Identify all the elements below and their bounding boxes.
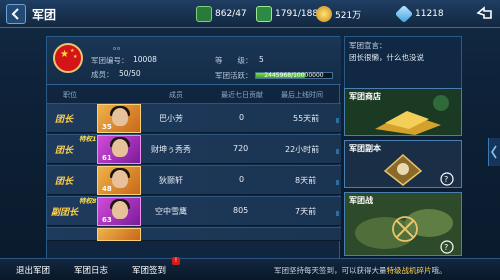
checkin-notice: 军团坚持每天签到，可以获得大量特级战机碎片哦。 — [274, 265, 447, 276]
return-arrow-icon — [476, 6, 492, 19]
member-avatar: 61 — [97, 135, 141, 164]
resource-gold-value: 521万 — [335, 10, 362, 21]
member-avatar: 48 — [97, 166, 141, 195]
guild-id-value: 10008 — [133, 55, 157, 64]
guild-panel: ★ ★ ★ 。。 军团编号： 10008 成员： 50/50 等 级： 5 军团… — [46, 36, 341, 268]
resource-tank: 1791/188 — [256, 5, 318, 23]
notice-highlight: 特级战机碎片 — [386, 266, 432, 275]
guild-activity-label: 军团活跃： — [215, 71, 253, 80]
guild-level-value: 5 — [259, 55, 264, 64]
member-name: 空中雪鹰 — [155, 207, 187, 216]
member-avatar: 35 — [97, 104, 141, 133]
member-level: 61 — [102, 154, 112, 162]
notice-tail: 哦。 — [431, 266, 447, 275]
avatar-face — [112, 201, 128, 219]
column-member: 成员 — [169, 91, 183, 99]
diamond-icon — [394, 4, 414, 24]
guild-dungeon-card[interactable]: 军团副本 ? — [344, 140, 462, 188]
member-level: 63 — [102, 216, 112, 224]
row-scroll-knob — [336, 180, 339, 185]
quit-guild-button[interactable]: 退出军团 — [16, 264, 50, 276]
guild-members-label: 成员： — [91, 70, 114, 79]
guild-log-button[interactable]: 军团日志 — [74, 264, 108, 276]
avatar-face — [112, 139, 128, 157]
guild-dungeon-title: 军团副本 — [349, 144, 381, 153]
member-avatar — [97, 228, 141, 241]
member-online: 22小时前 — [285, 145, 320, 154]
return-button[interactable] — [474, 3, 496, 25]
guild-name: 。。 — [113, 42, 125, 51]
resource-gold: 521万 — [316, 5, 361, 23]
announcement-title: 军团宣言： — [349, 41, 387, 50]
back-arrow-icon — [11, 8, 19, 20]
member-row-partial[interactable] — [47, 227, 341, 241]
row-scroll-knob — [336, 118, 339, 123]
guild-shop-title: 军团商店 — [349, 92, 381, 101]
guild-flag-icon: ★ ★ ★ — [53, 43, 83, 73]
column-online: 最后上线时间 — [281, 91, 323, 99]
announcement-text: 团长很懒，什么也没说 — [349, 53, 424, 62]
member-online: 55天前 — [293, 114, 320, 123]
member-weekly: 720 — [233, 144, 249, 153]
guild-checkin-button[interactable]: 军团签到 — [132, 264, 166, 276]
row-scroll-knob — [336, 211, 339, 216]
column-position: 职位 — [63, 91, 77, 99]
member-privilege-badge: 特权8 — [79, 197, 97, 205]
guild-activity-bar: 2445968/10000000 — [255, 72, 333, 79]
member-row[interactable]: 团长 35 巴小芳 0 55天前 — [47, 103, 341, 133]
member-row[interactable]: 团长 48 狄颢轩 0 8天前 — [47, 165, 341, 195]
svg-text:?: ? — [444, 175, 448, 184]
member-row[interactable]: 副团长 63 特权8 空中雪鹰 805 7天前 — [47, 196, 341, 226]
member-name: 巴小芳 — [159, 114, 183, 123]
member-weekly: 0 — [239, 113, 245, 122]
member-name: 财坤ぅ秀秀 — [151, 145, 191, 154]
screen-title: 军团 — [32, 8, 57, 22]
bottom-bar: 退出军团 军团日志 军团签到 ! 军团坚持每天签到，可以获得大量特级战机碎片哦。 — [0, 257, 500, 280]
member-rank: 团长 — [55, 177, 74, 187]
member-level: 48 — [102, 185, 112, 193]
gold-coin-icon — [316, 6, 332, 22]
resource-barracks-value: 862/47 — [215, 9, 247, 19]
column-weekly: 最近七日贡献 — [221, 91, 263, 99]
guild-shop-card[interactable]: 军团商店 — [344, 88, 462, 136]
member-rank: 团长 — [55, 146, 74, 156]
resource-diamond: 11218 — [394, 4, 444, 24]
svg-text:?: ? — [444, 243, 448, 252]
avatar-face — [112, 170, 128, 188]
resource-barracks: 862/47 — [196, 5, 247, 23]
avatar-face — [112, 108, 128, 126]
top-bar: 军团 862/47 1791/188 521万 11218 — [0, 0, 500, 28]
guild-war-card[interactable]: 军团战 ? — [344, 192, 462, 256]
member-privilege-badge: 特权1 — [79, 135, 97, 143]
member-row[interactable]: 团长 61 特权1 财坤ぅ秀秀 720 22小时前 — [47, 134, 341, 164]
member-avatar: 63 — [97, 197, 141, 226]
row-scroll-knob — [336, 149, 339, 154]
guild-war-title: 军团战 — [349, 196, 373, 205]
guild-id-label: 军团编号： — [91, 56, 129, 65]
barracks-icon — [196, 6, 212, 22]
notice-text: 军团坚持每天签到，可以获得大量 — [274, 266, 387, 275]
member-online: 7天前 — [295, 207, 317, 216]
back-button[interactable] — [6, 4, 26, 24]
member-table-header: 职位 成员 最近七日贡献 最后上线时间 — [47, 89, 341, 101]
member-name: 狄颢轩 — [159, 176, 183, 185]
member-rank: 团长 — [55, 115, 74, 125]
tank-icon — [256, 6, 272, 22]
guild-level-label: 等 级： — [215, 56, 253, 65]
member-weekly: 0 — [239, 175, 245, 184]
announcement-panel: 军团宣言： 团长很懒，什么也没说 — [344, 36, 462, 94]
member-level: 35 — [102, 123, 112, 131]
side-expand-button[interactable] — [488, 138, 500, 166]
resource-tank-value: 1791/188 — [275, 9, 319, 19]
member-online: 8天前 — [295, 176, 317, 185]
checkin-alert-badge: ! — [172, 257, 180, 265]
guild-info: ★ ★ ★ 。。 军团编号： 10008 成员： 50/50 等 级： 5 军团… — [47, 37, 341, 85]
chevron-left-icon — [491, 145, 497, 159]
member-rank: 副团长 — [51, 208, 79, 218]
member-weekly: 805 — [233, 206, 249, 215]
guild-activity-text: 2445968/10000000 — [264, 72, 324, 79]
guild-screen: 军团 862/47 1791/188 521万 11218 ★ ★ ★ 。。 军… — [0, 0, 500, 280]
guild-members-value: 50/50 — [119, 69, 141, 78]
resource-diamond-value: 11218 — [415, 9, 444, 19]
